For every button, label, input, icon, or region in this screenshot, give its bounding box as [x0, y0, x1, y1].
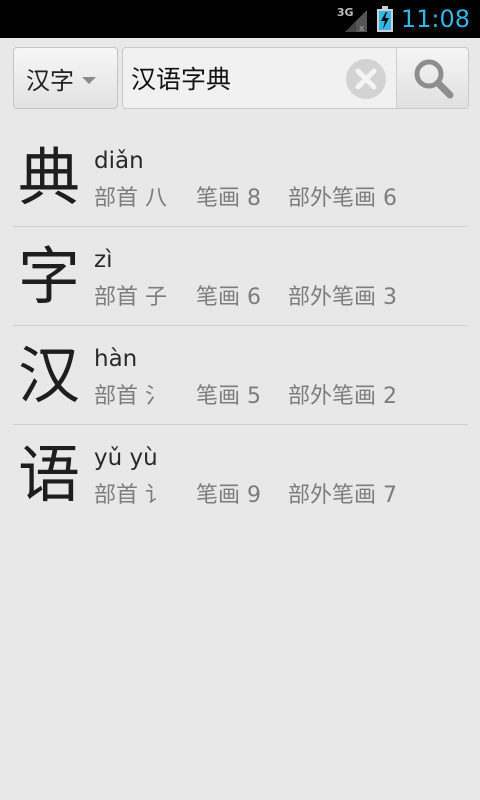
radical: 部首 讠: [94, 483, 167, 508]
stroke-count: 笔画 5: [196, 384, 261, 409]
list-item[interactable]: 字 zì 部首 子 笔画 6 部外笔画 3: [13, 227, 468, 326]
extra-stroke-count: 部外笔画 2: [288, 384, 397, 409]
radical: 部首 子: [94, 285, 167, 310]
search-icon: [414, 59, 453, 99]
character: 汉: [18, 339, 81, 412]
search-box: [122, 47, 469, 109]
status-bar: 3G x 11:08: [0, 0, 480, 38]
pinyin: diǎn: [94, 148, 144, 174]
stroke-count: 笔画 8: [196, 186, 261, 211]
search-input[interactable]: [123, 48, 333, 108]
clear-icon: [346, 59, 386, 99]
stroke-count: 笔画 6: [196, 285, 261, 310]
extra-stroke-count: 部外笔画 6: [288, 186, 397, 211]
language-select-label: 汉字: [26, 66, 74, 95]
dropdown-arrow-icon: [82, 76, 96, 84]
pinyin: zì: [94, 247, 113, 273]
pinyin: yǔ yù: [94, 445, 158, 471]
battery-charging-icon: [376, 6, 393, 32]
signal-icon: 3G x: [337, 6, 367, 32]
clear-button[interactable]: [345, 58, 387, 100]
stroke-count: 笔画 9: [196, 483, 261, 508]
search-button[interactable]: [396, 48, 468, 108]
search-row: 汉字: [13, 47, 469, 109]
extra-stroke-count: 部外笔画 3: [288, 285, 397, 310]
svg-text:x: x: [359, 24, 365, 32]
list-item[interactable]: 汉 hàn 部首 氵 笔画 5 部外笔画 2: [13, 326, 468, 425]
character-info: 部首 氵 笔画 5 部外笔画 2: [94, 378, 397, 410]
character-info: 部首 八 笔画 8 部外笔画 6: [94, 180, 397, 212]
radical: 部首 八: [94, 186, 167, 211]
radical: 部首 氵: [94, 384, 167, 409]
clock: 11:08: [400, 5, 470, 33]
character: 语: [18, 438, 81, 511]
character-info: 部首 子 笔画 6 部外笔画 3: [94, 279, 397, 311]
list-item[interactable]: 语 yǔ yù 部首 讠 笔画 9 部外笔画 7: [13, 425, 468, 524]
result-list: 典 diǎn 部首 八 笔画 8 部外笔画 6 字 zì 部首 子 笔画 6 部外笔画 …: [13, 128, 468, 524]
extra-stroke-count: 部外笔画 7: [288, 483, 397, 508]
character: 典: [18, 141, 81, 214]
language-select[interactable]: 汉字: [13, 47, 118, 109]
character-info: 部首 讠 笔画 9 部外笔画 7: [94, 477, 397, 509]
character: 字: [18, 240, 81, 313]
pinyin: hàn: [94, 346, 138, 372]
list-item[interactable]: 典 diǎn 部首 八 笔画 8 部外笔画 6: [13, 128, 468, 227]
